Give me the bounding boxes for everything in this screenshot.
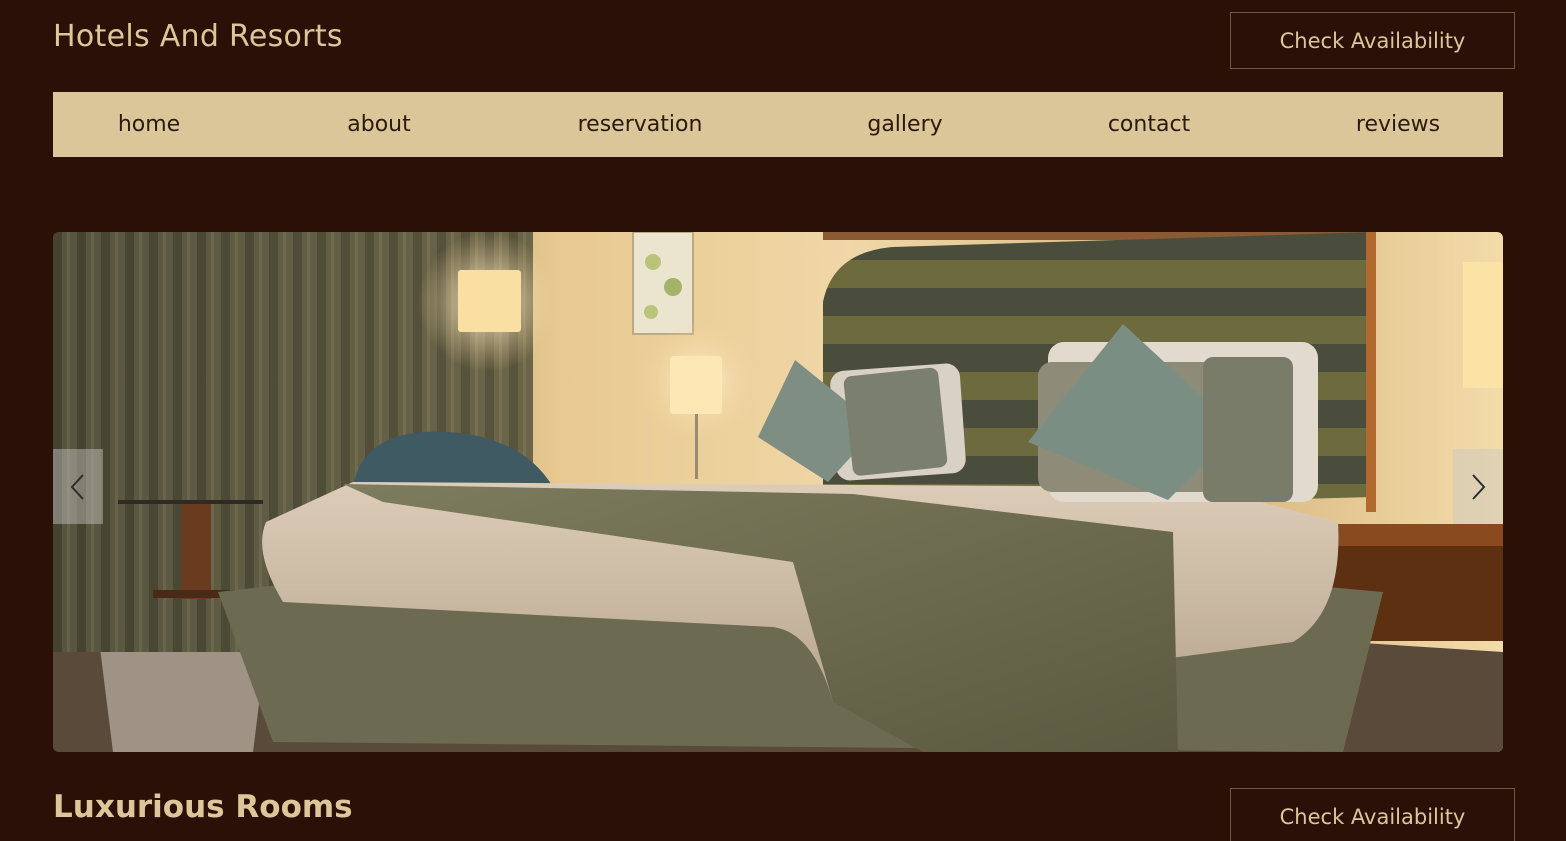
nav-item-reviews[interactable]: reviews bbox=[1356, 92, 1440, 157]
section-heading: Luxurious Rooms bbox=[53, 789, 353, 825]
nav-item-contact[interactable]: contact bbox=[1108, 92, 1190, 157]
site-title: Hotels And Resorts bbox=[53, 19, 343, 54]
check-availability-button[interactable]: Check Availability bbox=[1230, 12, 1515, 69]
main-nav: home about reservation gallery contact r… bbox=[53, 92, 1503, 157]
check-availability-button-section[interactable]: Check Availability bbox=[1230, 788, 1515, 841]
carousel-prev-button[interactable] bbox=[53, 449, 103, 524]
hero-carousel[interactable] bbox=[53, 232, 1503, 752]
nav-item-reservation[interactable]: reservation bbox=[578, 92, 703, 157]
page: Hotels And Resorts Check Availability ho… bbox=[0, 0, 1566, 841]
carousel-next-button[interactable] bbox=[1453, 449, 1503, 524]
hotel-room-photo bbox=[53, 232, 1503, 752]
chevron-right-icon bbox=[1472, 473, 1486, 500]
nav-item-gallery[interactable]: gallery bbox=[867, 92, 942, 157]
nav-item-about[interactable]: about bbox=[347, 92, 410, 157]
nav-item-home[interactable]: home bbox=[118, 92, 180, 157]
chevron-left-icon bbox=[70, 473, 84, 500]
